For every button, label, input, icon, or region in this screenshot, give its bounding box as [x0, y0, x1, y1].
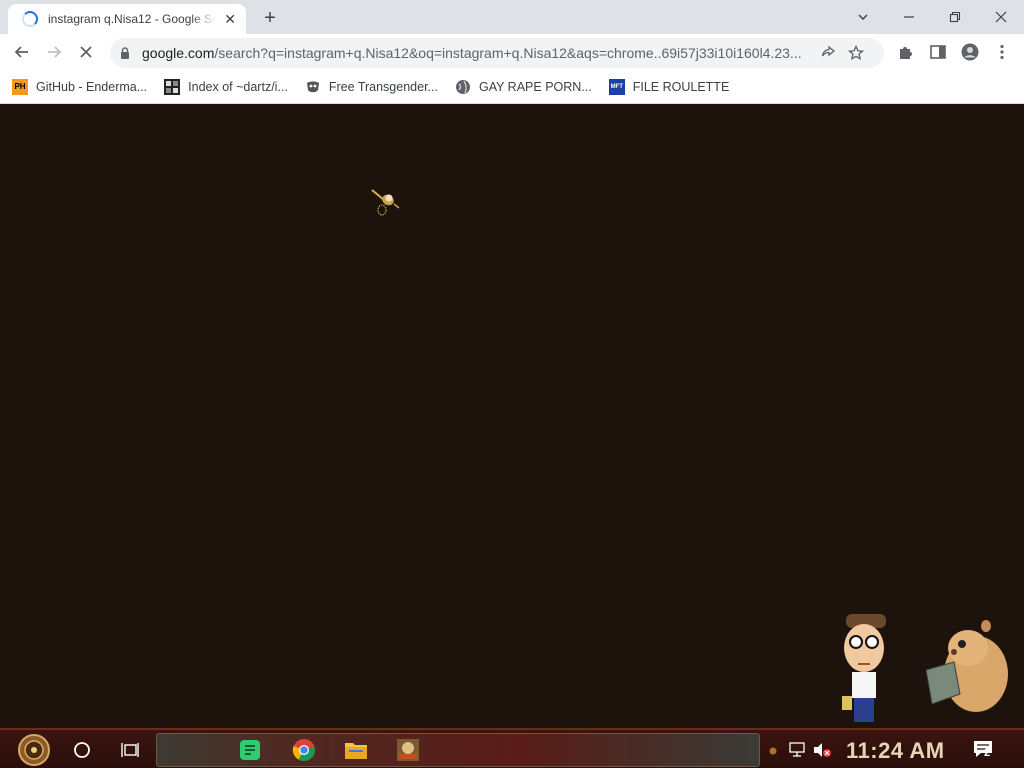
mft-icon: MFT [608, 78, 625, 95]
browser-toolbar: google.com/search?q=instagram+q.Nisa12&o… [0, 34, 1024, 70]
bookmark-globe-site[interactable]: GAY RAPE PORN... [455, 74, 592, 100]
ph-icon: PH [12, 78, 28, 95]
share-icon[interactable] [814, 39, 842, 67]
lock-icon[interactable] [118, 46, 132, 60]
notification-center-button[interactable]: 2 [972, 738, 998, 762]
tray-chevron-icon[interactable] [768, 744, 778, 756]
taskbar-file-explorer-app[interactable] [340, 734, 372, 766]
minimize-button[interactable] [886, 0, 932, 34]
wasp-cursor-icon [371, 189, 400, 216]
url-path: /search?q=instagram+q.Nisa12&oq=instagra… [214, 45, 802, 61]
bookmarks-bar: PH GitHub - Enderma... Index of ~dartz/i… [0, 70, 1024, 104]
bookmark-label: FILE ROULETTE [632, 79, 730, 94]
back-button[interactable] [8, 38, 36, 66]
url-host: google.com [142, 45, 215, 61]
game-app-icon [397, 739, 419, 761]
forward-button[interactable] [40, 38, 68, 66]
close-tab-icon[interactable]: ✕ [222, 11, 238, 27]
url-text[interactable]: google.com/search?q=instagram+q.Nisa12&o… [142, 45, 814, 61]
bookmark-label: Index of ~dartz/i... [188, 79, 288, 94]
mask-icon [305, 79, 321, 95]
folder-icon [345, 743, 367, 759]
taskbar-clock[interactable]: 11:24 AM [846, 738, 945, 764]
taskbar-chrome-app[interactable] [288, 734, 320, 766]
bookmark-transgender[interactable]: Free Transgender... [305, 74, 438, 100]
tab-search-chevron-down-icon[interactable] [840, 0, 886, 34]
tab-title: instagram q.Nisa12 - Google Search [48, 12, 217, 26]
desktop-characters-image [842, 614, 1008, 722]
volume-muted-icon[interactable] [812, 742, 832, 758]
globe-icon [455, 79, 471, 95]
profile-avatar-icon[interactable] [956, 38, 984, 66]
stop-loading-button[interactable] [72, 38, 100, 66]
bookmark-label: Free Transgender... [328, 79, 438, 94]
bookmark-index[interactable]: Index of ~dartz/i... [164, 74, 288, 100]
task-view-button[interactable] [114, 734, 146, 766]
browser-tab[interactable]: instagram q.Nisa12 - Google Search ✕ [8, 4, 246, 34]
index-icon [164, 78, 181, 95]
menu-kebab-icon[interactable] [988, 38, 1016, 66]
cortana-search-button[interactable] [66, 734, 98, 766]
notification-count-badge: 2 [984, 747, 991, 759]
start-button[interactable] [8, 732, 60, 768]
restore-button[interactable] [932, 0, 978, 34]
taskbar-game-app[interactable] [392, 734, 424, 766]
notes-app-icon [240, 740, 260, 760]
bookmark-github[interactable]: PH GitHub - Enderma... [12, 74, 147, 100]
bookmark-star-icon[interactable] [842, 39, 870, 67]
taskbar: 11:24 AM 2 [0, 728, 1024, 768]
bookmark-label: GitHub - Enderma... [36, 79, 148, 94]
bookmark-file-roulette[interactable]: MFT FILE ROULETTE [608, 74, 730, 100]
tab-strip: instagram q.Nisa12 - Google Search ✕ + [0, 0, 1024, 34]
start-gear-icon [18, 734, 50, 766]
network-icon[interactable] [788, 742, 808, 758]
loading-spinner-icon [22, 11, 38, 27]
address-bar[interactable]: google.com/search?q=instagram+q.Nisa12&o… [110, 38, 884, 68]
close-window-button[interactable] [978, 0, 1024, 34]
extensions-puzzle-icon[interactable] [892, 38, 920, 66]
side-panel-icon[interactable] [924, 38, 952, 66]
bookmark-label: GAY RAPE PORN... [478, 79, 592, 94]
taskbar-notes-app[interactable] [234, 734, 266, 766]
new-tab-button[interactable]: + [258, 6, 282, 30]
chrome-icon [292, 739, 315, 761]
